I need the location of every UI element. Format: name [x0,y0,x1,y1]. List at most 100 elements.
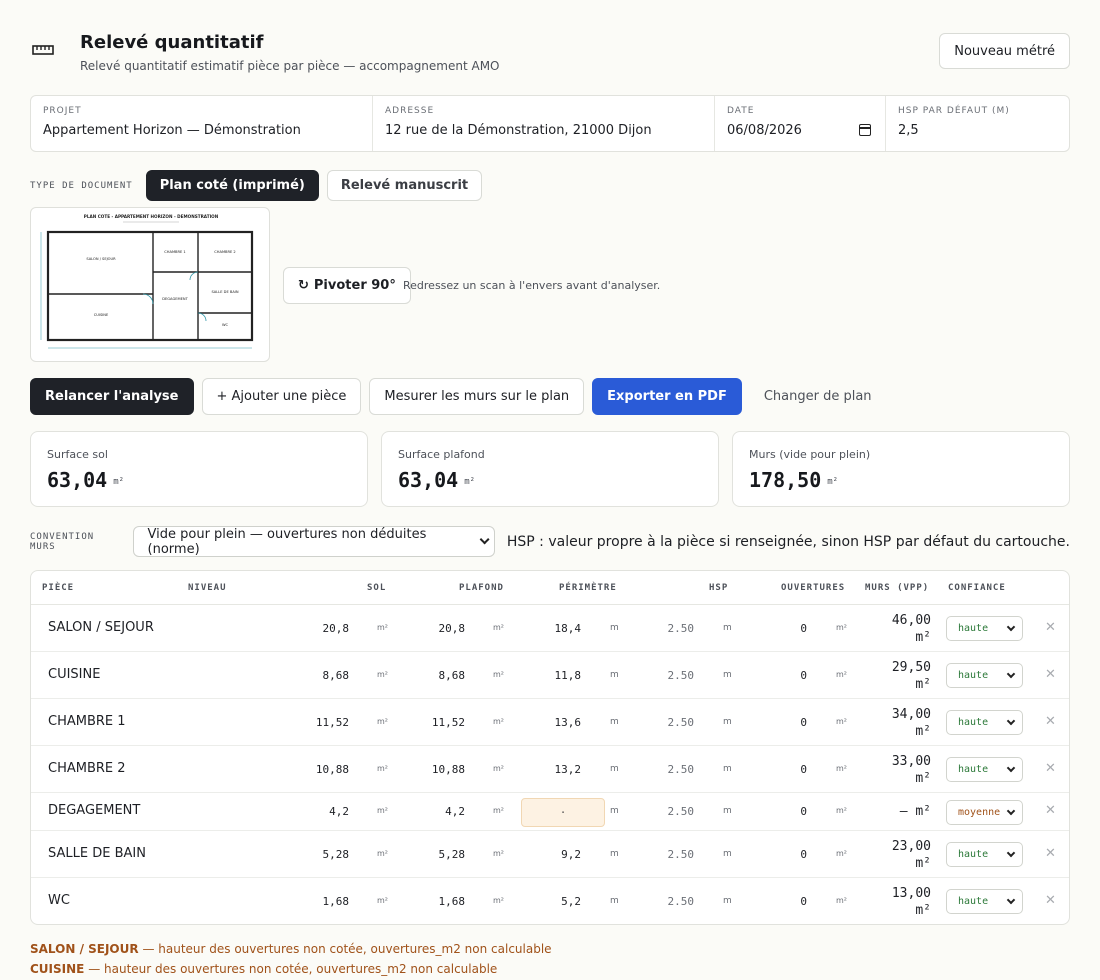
confidence-select[interactable]: haute [946,842,1023,867]
ceiling-area-input[interactable]: 10,88 [395,763,465,776]
unit-label: m² [493,806,504,815]
address-field[interactable]: ADRESSE 12 rue de la Démonstration, 2100… [373,96,715,151]
unit-label: m² [493,622,504,632]
perimeter-input[interactable]: 18,4 [511,622,582,635]
project-field[interactable]: PROJET Appartement Horizon — Démonstrati… [31,96,373,151]
openings-input[interactable]: 0 [737,805,807,818]
perimeter-input[interactable]: 9,2 [511,848,581,861]
summary-value: 178,50 m² [749,468,839,492]
close-icon[interactable]: ✕ [1045,761,1056,776]
rerun-analysis-button[interactable]: Relancer l'analyse [30,378,194,415]
address-input[interactable]: 12 rue de la Démonstration, 21000 Dijon [385,123,652,138]
export-pdf-button[interactable]: Exporter en PDF [592,378,742,415]
chevron-down-icon [1006,716,1016,726]
floor-area-input[interactable]: 10,88 [279,763,349,776]
perimeter-input[interactable]: 5,2 [511,895,581,908]
confidence-select[interactable]: haute [946,710,1023,735]
floor-area-input[interactable]: 4,2 [279,805,349,818]
room-name-input[interactable]: SALLE DE BAIN [48,846,146,861]
plan-room-label: CUISINE [94,313,109,317]
unit-label: m [610,622,619,633]
ceiling-area-input[interactable]: 11,52 [395,716,465,729]
unit-label: m² [836,806,847,815]
unit-label: m [610,669,619,680]
plan-room-label: SALON / SEJOUR [86,257,116,261]
openings-input[interactable]: 0 [737,763,807,776]
confidence-select[interactable]: haute [946,663,1023,688]
floor-area-input[interactable]: 1,68 [279,895,350,908]
convention-select[interactable]: Vide pour plein — ouvertures non déduite… [132,526,495,557]
hsp-input[interactable]: 2.50 [624,805,695,818]
hsp-input[interactable]: 2.50 [624,669,695,682]
close-icon[interactable]: ✕ [1045,893,1056,908]
summary-value: 63,04 m² [47,468,125,492]
doc-type-handwritten[interactable]: Relevé manuscrit [326,170,483,201]
ceiling-area-input[interactable]: 5,28 [395,848,466,861]
room-name-input[interactable]: DEGAGEMENT [48,803,140,818]
room-name-input[interactable]: SALON / SEJOUR [48,620,154,635]
date-input[interactable]: 06/08/2026 [727,123,802,138]
change-plan-button[interactable]: Changer de plan [750,378,886,415]
ceiling-area-input[interactable]: 20,8 [395,622,466,635]
perimeter-input[interactable]: 13,2 [511,763,582,776]
unit-label: m² [493,716,504,726]
walls-area-value: 34,00 m² [891,706,931,739]
confidence-select[interactable]: moyenne [946,799,1023,825]
openings-input[interactable]: 0 [737,895,807,908]
close-icon[interactable]: ✕ [1045,667,1056,682]
wall-convention: CONVENTION MURS Vide pour plein — ouvert… [30,526,1070,557]
unit-label: m² [493,895,504,905]
unit-label: m² [493,669,504,679]
openings-input[interactable]: 0 [737,622,807,635]
floor-area-input[interactable]: 20,8 [279,622,350,635]
hsp-input[interactable]: 2.50 [624,848,695,861]
hsp-input[interactable]: 2.50 [624,763,695,776]
calendar-icon[interactable] [859,124,871,136]
room-name-input[interactable]: CHAMBRE 2 [48,761,126,776]
unit-label: m [723,669,732,680]
room-name-input[interactable]: CUISINE [48,667,100,682]
floor-area-input[interactable]: 5,28 [279,848,350,861]
add-room-button[interactable]: + Ajouter une pièce [201,378,362,415]
confidence-select[interactable]: haute [946,757,1023,782]
col-header-hsp: HSP [709,583,729,593]
rotate-button[interactable]: ↻ Pivoter 90° [283,267,411,304]
confidence-select[interactable]: haute [946,889,1023,914]
perimeter-input[interactable]: · [521,797,605,827]
ceiling-area-input[interactable]: 4,2 [395,805,465,818]
perimeter-input[interactable]: 11,8 [511,669,582,682]
doc-type-printed-plan[interactable]: Plan coté (imprimé) [145,170,319,201]
openings-input[interactable]: 0 [737,669,807,682]
default-hsp-field[interactable]: HSP PAR DÉFAUT (M) 2,5 [886,96,1069,151]
room-name-input[interactable]: CHAMBRE 1 [48,714,126,729]
floor-area-input[interactable]: 11,52 [279,716,349,729]
table-row: CUISINE 8,68 m² 8,68 m² 11,8 m 2.50 m 0 m² 29,50 m² h… [31,652,1069,699]
chevron-down-icon [1006,895,1016,905]
unit-label: m² [836,848,847,858]
floor-area-input[interactable]: 8,68 [279,669,350,682]
ceiling-area-input[interactable]: 1,68 [395,895,466,908]
openings-input[interactable]: 0 [737,716,807,729]
confidence-select[interactable]: haute [946,616,1023,641]
unit-label: m² [836,669,847,679]
close-icon[interactable]: ✕ [1045,803,1056,818]
date-field[interactable]: DATE 06/08/2026 [715,96,886,151]
new-survey-button[interactable]: Nouveau métré [939,33,1070,69]
project-input[interactable]: Appartement Horizon — Démonstration [43,123,301,138]
unit-label: m² [377,716,388,726]
hsp-input[interactable]: 2.50 [624,895,695,908]
close-icon[interactable]: ✕ [1045,620,1056,635]
openings-input[interactable]: 0 [737,848,807,861]
unit-label: m² [493,848,504,858]
measure-walls-button[interactable]: Mesurer les murs sur le plan [369,378,585,415]
default-hsp-input[interactable]: 2,5 [898,123,919,138]
close-icon[interactable]: ✕ [1045,714,1056,729]
perimeter-input[interactable]: 13,6 [511,716,582,729]
ceiling-area-input[interactable]: 8,68 [395,669,466,682]
close-icon[interactable]: ✕ [1045,846,1056,861]
unit-label: m [610,716,619,727]
hsp-input[interactable]: 2.50 [624,716,695,729]
hsp-input[interactable]: 2.50 [624,622,695,635]
room-name-input[interactable]: WC [48,893,70,908]
warnings-list: SALON / SEJOUR — hauteur des ouvertures … [30,939,552,979]
